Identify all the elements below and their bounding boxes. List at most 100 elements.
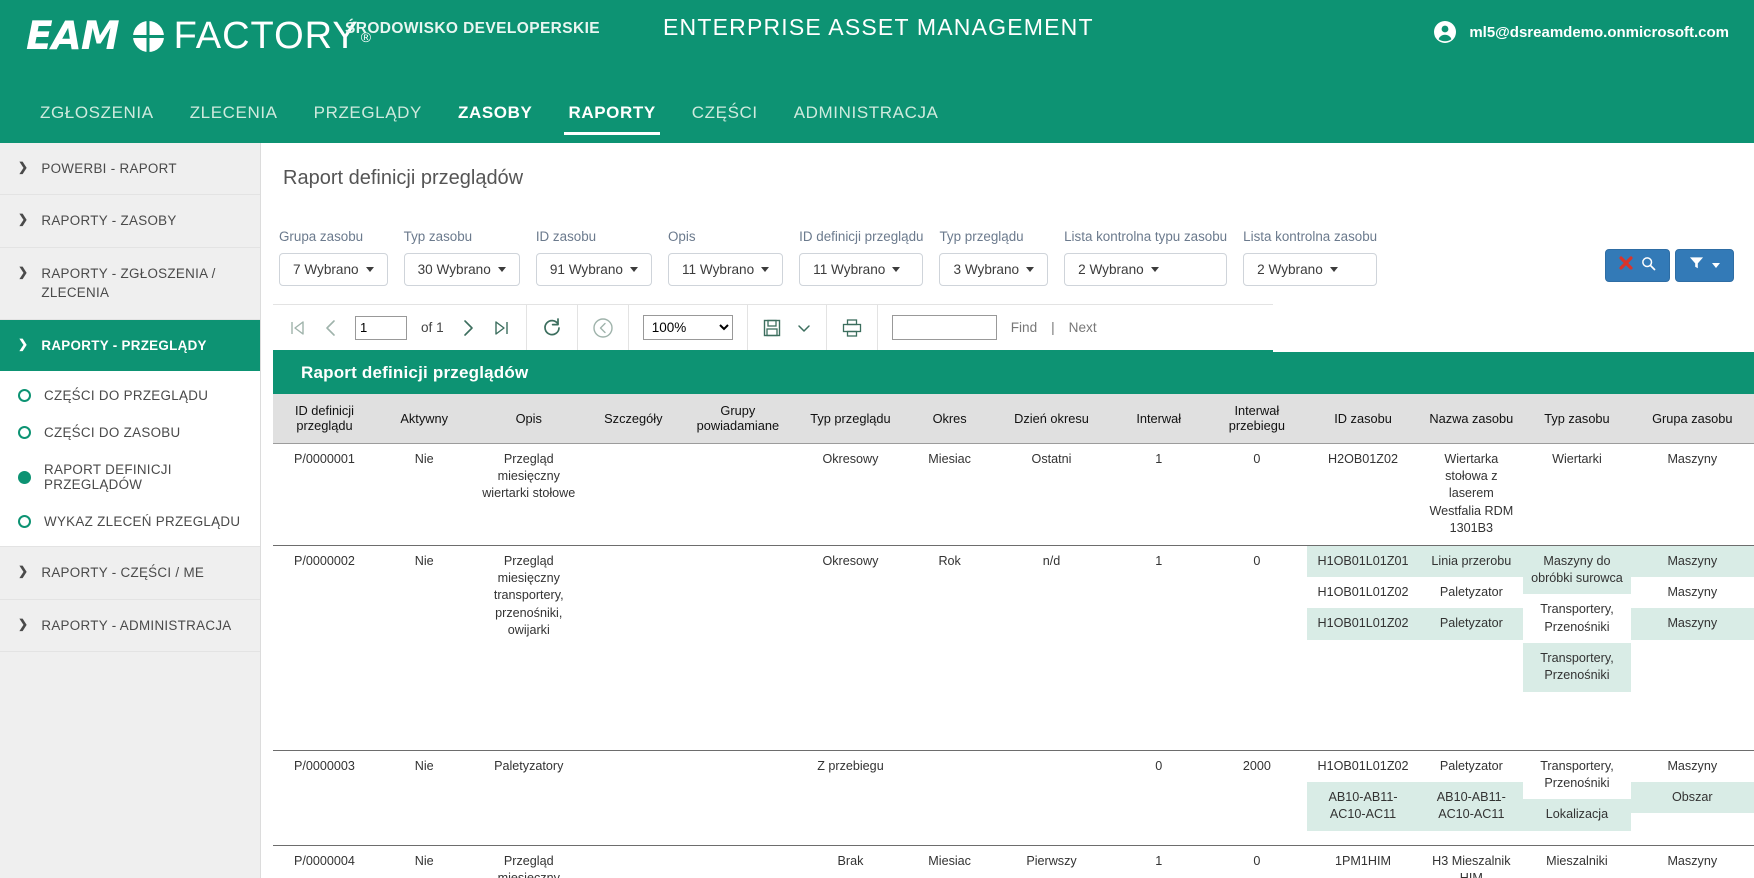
cell-asset-name-group: Linia przerobu Paletyzator Paletyzator bbox=[1419, 544, 1524, 751]
filter-dropdown-lista-kontrolna-zasobu[interactable]: 2 Wybrano bbox=[1243, 253, 1378, 286]
filter-dropdown-id-zasobu[interactable]: 91 Wybrano bbox=[535, 253, 652, 286]
print-section bbox=[827, 305, 878, 350]
nav-item-zgloszenia[interactable]: ZGŁOSZENIA bbox=[22, 103, 172, 143]
last-page-icon[interactable] bbox=[492, 318, 512, 338]
sidebar-group-label: RAPORTY - ADMINISTRACJA bbox=[41, 617, 232, 633]
filter-dropdown-lista-kontrolna-typu-zasobu[interactable]: 2 Wybrano bbox=[1064, 253, 1228, 286]
sidebar-group-raporty-zasoby[interactable]: ❯ RAPORTY - ZASOBY bbox=[0, 195, 260, 248]
cell-asset-id-group: H1OB01L01Z01 H1OB01L01Z02 H1OB01L01Z02 bbox=[1306, 544, 1420, 751]
page-number-input[interactable] bbox=[355, 315, 407, 340]
chevron-down-icon bbox=[761, 267, 770, 272]
report-viewer-toolbar: of 1 100% bbox=[273, 304, 1273, 352]
table-row[interactable]: P/0000002 Nie Przegląd miesięczny transpor… bbox=[273, 544, 1754, 751]
find-next-button[interactable]: Next bbox=[1069, 320, 1097, 335]
table-row[interactable]: P/0000003 Nie Paletyzatory Z przebiegu 0 2000… bbox=[273, 749, 1754, 846]
find-button[interactable]: Find bbox=[1011, 320, 1037, 335]
funnel-icon bbox=[1689, 256, 1704, 275]
cell-review-type: Okresowy bbox=[794, 442, 907, 546]
cell-asset-type-group: Wiertarki bbox=[1523, 442, 1631, 546]
sidebar-group-raporty-przeglady[interactable]: ❯ RAPORTY - PRZEGLĄDY bbox=[0, 319, 260, 372]
zoom-select[interactable]: 100% bbox=[642, 315, 733, 340]
cell-interval: 1 bbox=[1110, 544, 1207, 751]
sidebar-item-wykaz-zlecen-przegladu[interactable]: WYKAZ ZLECEŃ PRZEGLĄDU bbox=[0, 503, 260, 541]
sidebar-group-raporty-czesci-me[interactable]: ❯ RAPORTY - CZĘŚCI / ME bbox=[0, 547, 260, 600]
table-row[interactable]: P/0000001 Nie Przegląd miesięczny wiertark… bbox=[273, 442, 1754, 546]
cell-period: Rok bbox=[906, 544, 993, 751]
filter-dropdown-typ-zasobu[interactable]: 30 Wybrano bbox=[403, 253, 520, 286]
cell-asset-type: Maszyny do obróbki surowca bbox=[1523, 545, 1631, 595]
print-icon[interactable] bbox=[841, 317, 863, 339]
first-page-icon[interactable] bbox=[287, 318, 307, 338]
table-row[interactable]: P/0000004 Nie Przegląd miesięczny Brak Miesi… bbox=[273, 844, 1754, 878]
col-id-zasobu: ID zasobu bbox=[1306, 394, 1420, 444]
account-menu[interactable]: ml5@dsreamdemo.onmicrosoft.com bbox=[1433, 20, 1729, 44]
filter-dropdown-opis[interactable]: 11 Wybrano bbox=[668, 253, 784, 286]
cell-notify-groups bbox=[681, 749, 795, 846]
filter-dropdown-typ-przegladu[interactable]: 3 Wybrano bbox=[939, 253, 1049, 286]
asset-subrow: Maszyny do obróbki surowca bbox=[1523, 545, 1631, 595]
nav-item-raporty[interactable]: RAPORTY bbox=[550, 103, 673, 143]
chevron-down-icon bbox=[365, 267, 374, 272]
cell-description: Przegląd miesięczny wiertarki stołowe bbox=[472, 442, 586, 546]
back-icon[interactable] bbox=[592, 317, 614, 339]
cell-active: Nie bbox=[375, 844, 473, 878]
sidebar-item-raport-definicji-przegladow[interactable]: RAPORT DEFINICJI PRZEGLĄDÓW bbox=[0, 451, 260, 504]
find-section: Find | Next bbox=[878, 305, 1111, 350]
sidebar-group-raporty-administracja[interactable]: ❯ RAPORTY - ADMINISTRACJA bbox=[0, 600, 260, 653]
cell-asset-type: Transportery, Przenośniki bbox=[1540, 758, 1614, 790]
cell-asset-group: Maszyny bbox=[1630, 608, 1754, 640]
save-export-icon[interactable] bbox=[762, 318, 782, 338]
table-header-row: ID definicji przeglądu Aktywny Opis Szcz… bbox=[273, 394, 1754, 444]
previous-page-icon[interactable] bbox=[321, 318, 341, 338]
nav-item-zlecenia[interactable]: ZLECENIA bbox=[172, 103, 296, 143]
app-logo[interactable]: EAM FACTORY ® bbox=[26, 14, 371, 59]
col-typ-zasobu: Typ zasobu bbox=[1523, 394, 1631, 444]
asset-subrow: H1OB01L01Z01 bbox=[1306, 545, 1420, 577]
cell-review-type: Okresowy bbox=[794, 544, 907, 751]
asset-subrow: Maszyny bbox=[1630, 545, 1754, 577]
asset-subrow: Obszar bbox=[1630, 781, 1754, 814]
export-section bbox=[748, 305, 827, 350]
filter-value: 91 Wybrano bbox=[549, 262, 623, 277]
sidebar-item-label: CZĘŚCI DO PRZEGLĄDU bbox=[44, 388, 209, 404]
close-icon bbox=[1619, 256, 1633, 275]
sidebar-item-czesci-do-przegladu[interactable]: CZĘŚCI DO PRZEGLĄDU bbox=[0, 377, 260, 415]
chevron-down-icon bbox=[1026, 267, 1035, 272]
filter-value: 3 Wybrano bbox=[953, 262, 1020, 277]
filter-opis: Opis 11 Wybrano bbox=[660, 229, 791, 286]
cell-asset-group-group: Maszyny Maszyny Maszyny bbox=[1630, 544, 1754, 751]
filter-id-definicji-przegladu: ID definicji przeglądu 11 Wybrano bbox=[791, 229, 931, 286]
refresh-icon[interactable] bbox=[541, 317, 563, 339]
chevron-right-icon: ❯ bbox=[18, 160, 29, 174]
asset-subrow: 1PM1HIM bbox=[1307, 846, 1420, 877]
filter-lista-kontrolna-zasobu: Lista kontrolna zasobu 2 Wybrano bbox=[1235, 229, 1385, 286]
cell-details bbox=[585, 544, 682, 751]
filter-dropdown-id-definicji-przegladu[interactable]: 11 Wybrano bbox=[799, 253, 924, 286]
find-input[interactable] bbox=[891, 315, 997, 340]
cell-asset-group-group: Maszyny Obszar bbox=[1630, 749, 1754, 846]
export-chevron-down-icon[interactable] bbox=[796, 322, 812, 334]
sidebar-item-czesci-do-zasobu[interactable]: CZĘŚCI DO ZASOBU bbox=[0, 414, 260, 452]
next-page-icon[interactable] bbox=[458, 318, 478, 338]
nav-item-administracja[interactable]: ADMINISTRACJA bbox=[776, 103, 957, 143]
sidebar-group-raporty-zgloszenia-zlecenia[interactable]: ❯ RAPORTY - ZGŁOSZENIA / ZLECENIA bbox=[0, 248, 260, 320]
filter-label: ID zasobu bbox=[535, 229, 597, 244]
sidebar-group-powerbi-raport[interactable]: ❯ POWERBI - RAPORT bbox=[0, 143, 260, 196]
report-table: ID definicji przeglądu Aktywny Opis Szcz… bbox=[273, 394, 1754, 878]
filter-dropdown-grupa-zasobu[interactable]: 7 Wybrano bbox=[279, 253, 388, 286]
asset-subrow: Wiertarki bbox=[1523, 444, 1630, 475]
nav-item-czesci[interactable]: CZĘŚCI bbox=[674, 103, 776, 143]
clear-search-button[interactable] bbox=[1605, 249, 1670, 282]
logo-eam-text: EAM bbox=[26, 14, 120, 59]
cell-asset-group: Maszyny bbox=[1667, 451, 1718, 466]
nav-item-zasoby[interactable]: ZASOBY bbox=[440, 103, 550, 143]
chevron-right-icon: ❯ bbox=[18, 264, 29, 279]
logo-factory-text: FACTORY bbox=[173, 15, 359, 57]
cell-definition-id: P/0000004 bbox=[273, 844, 376, 878]
cell-asset-name-group: H3 Mieszalnik HIM bbox=[1419, 844, 1524, 878]
cell-active: Nie bbox=[375, 749, 473, 846]
search-icon bbox=[1641, 256, 1656, 276]
asset-subrow: H1OB01L01Z02 bbox=[1307, 577, 1420, 608]
filter-dropdown-button[interactable] bbox=[1675, 249, 1734, 282]
nav-item-przeglady[interactable]: PRZEGLĄDY bbox=[296, 103, 440, 143]
